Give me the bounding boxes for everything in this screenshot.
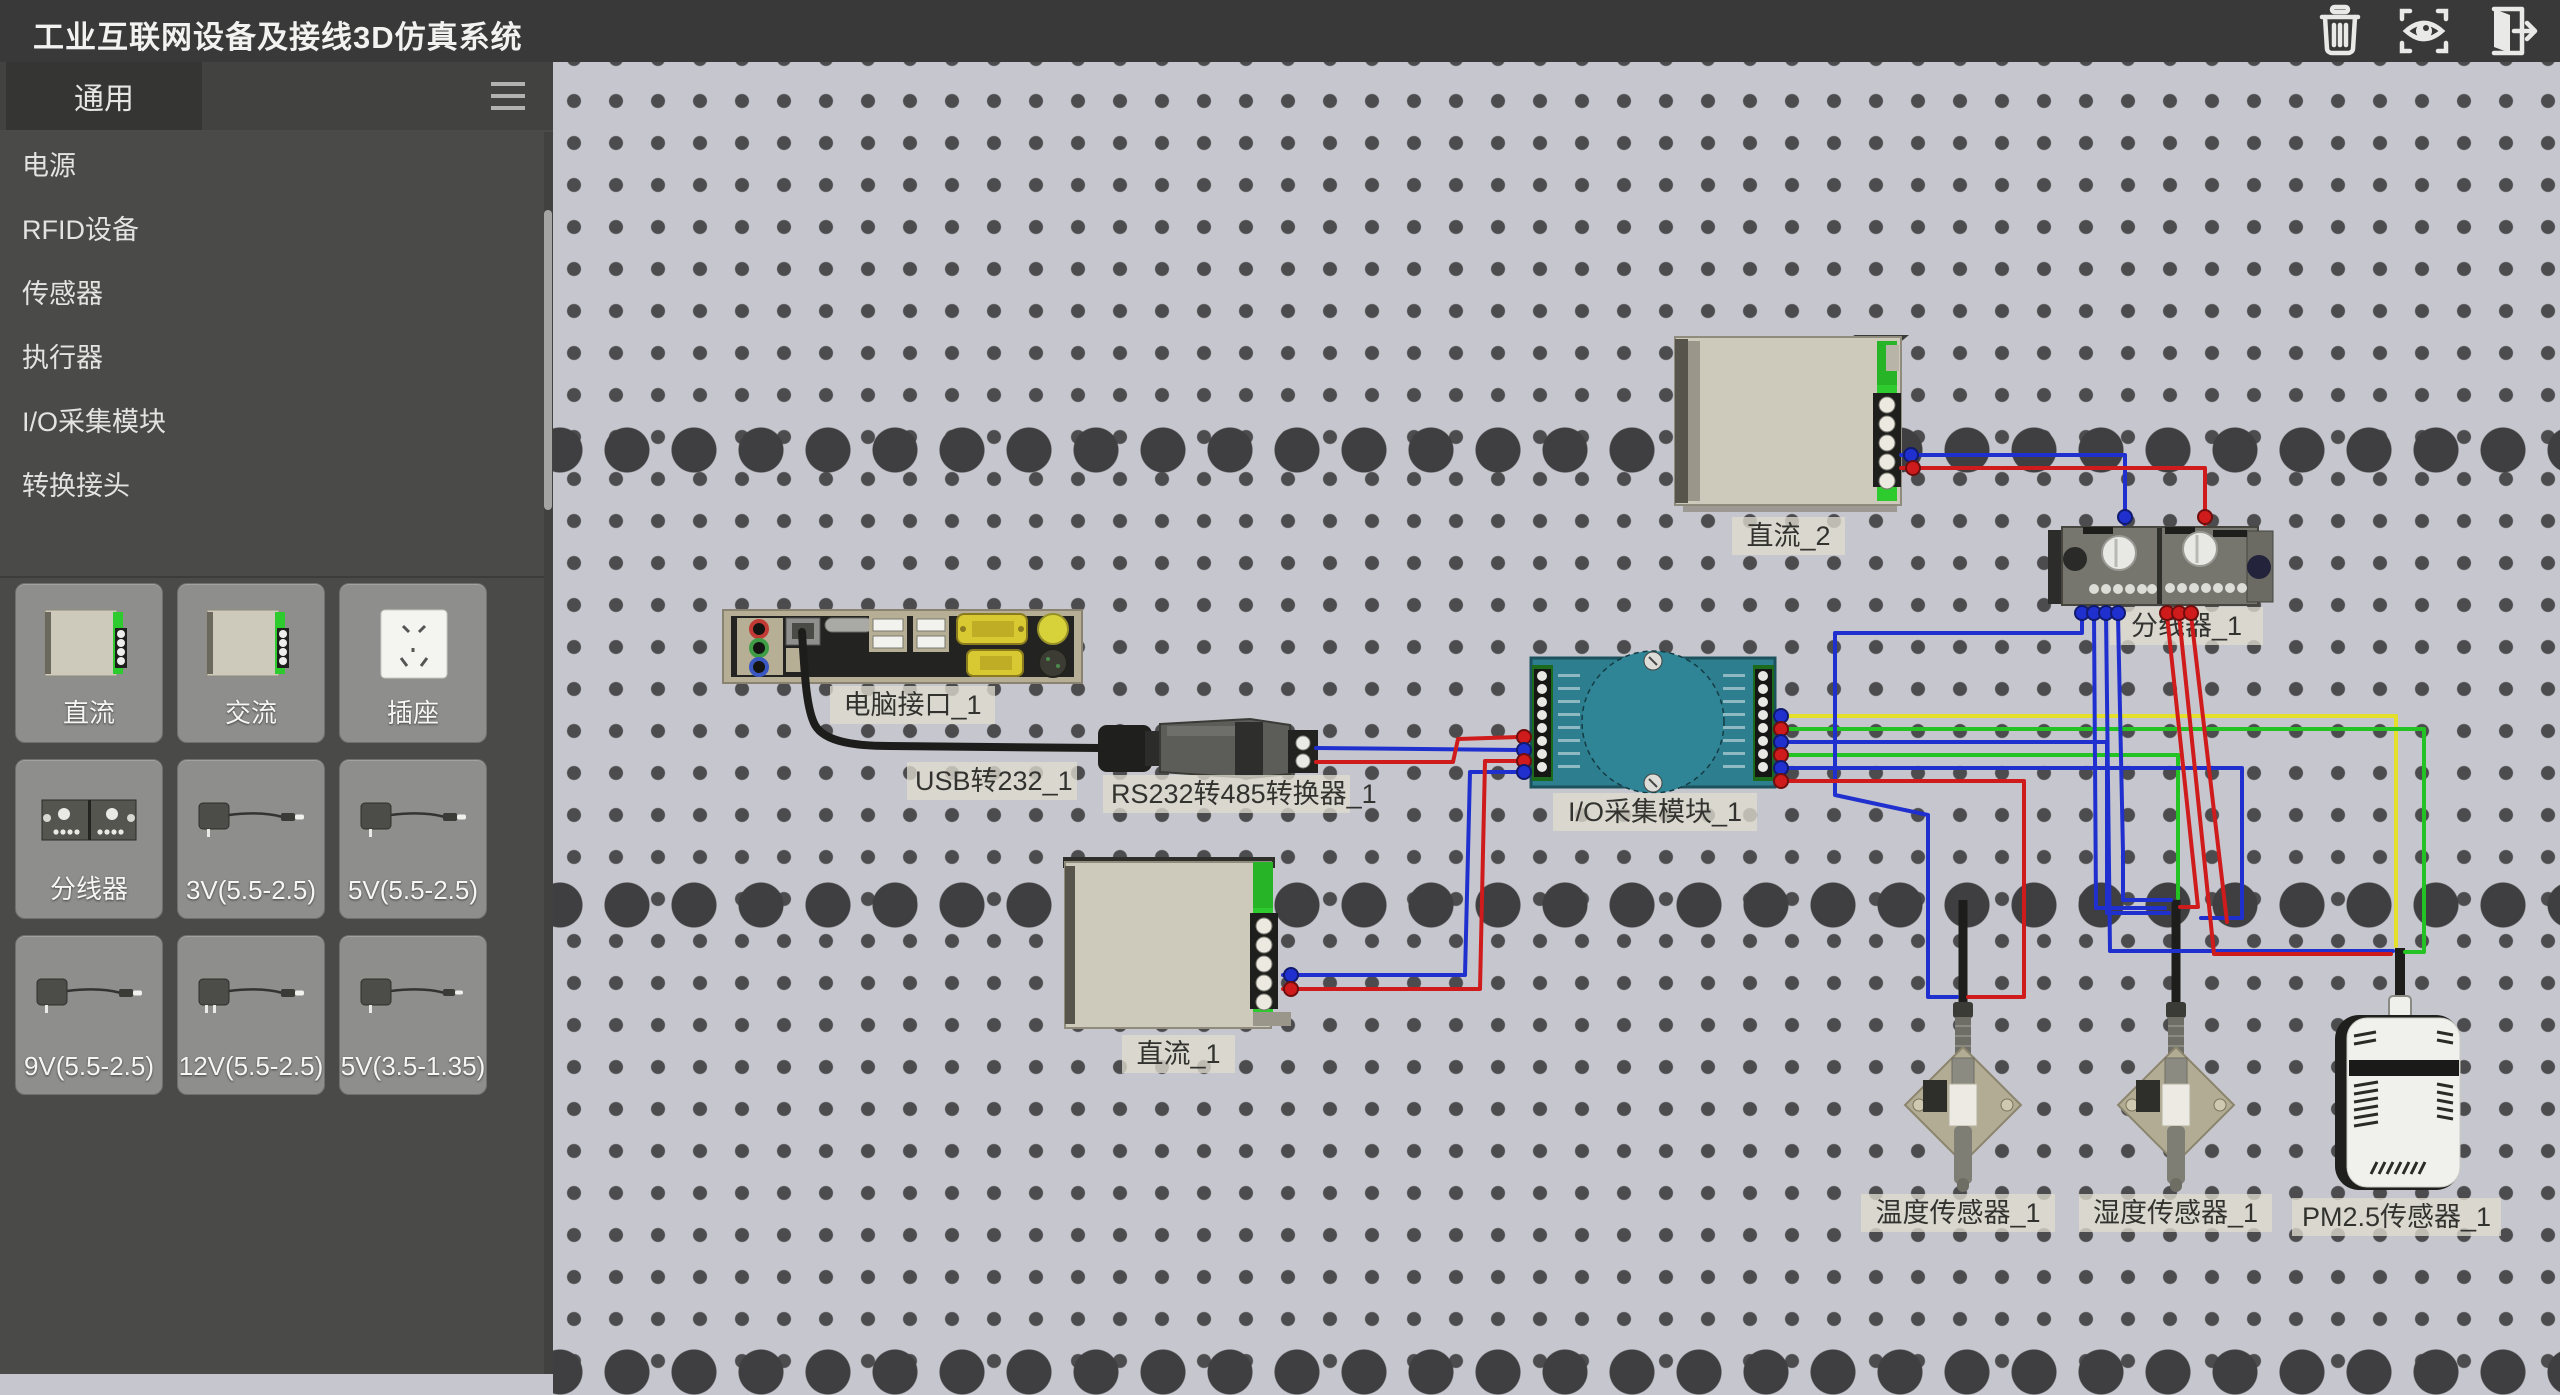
divider [0, 576, 545, 578]
card-adapter-5v-small[interactable]: 5V(3.5-1.35) [339, 935, 487, 1095]
device-label: 温度传感器_1 [1861, 1194, 2055, 1232]
exit-icon[interactable] [2480, 3, 2538, 59]
dc-supply-2-device[interactable] [1675, 335, 1909, 512]
pc-interface-device[interactable] [723, 610, 1082, 683]
card-adapter-5v[interactable]: 5V(5.5-2.5) [339, 759, 487, 919]
card-label: 插座 [340, 693, 486, 730]
device-label: I/O采集模块_1 [1553, 793, 1757, 831]
adapter-thumb-icon [16, 950, 162, 1042]
device-label: USB转232_1 [907, 762, 1077, 800]
io-acquisition-module-device[interactable] [1531, 651, 1775, 793]
card-socket[interactable]: 插座 [339, 583, 487, 743]
trash-icon[interactable] [2312, 3, 2368, 59]
humidity-sensor-device[interactable] [2118, 900, 2234, 1192]
device-label: RS232转485转换器_1 [1103, 775, 1350, 813]
category-item-io[interactable]: I/O采集模块 [0, 390, 540, 454]
card-splitter[interactable]: 分线器 [15, 759, 163, 919]
adapter-thumb-icon [178, 950, 324, 1042]
title-bar: 工业互联网设备及接线3D仿真系统 [0, 0, 2560, 62]
card-label: 5V(3.5-1.35) [340, 1051, 486, 1082]
ac-power-thumb-icon [178, 598, 324, 690]
wire-splitter-device[interactable] [2048, 527, 2273, 605]
device-library-panel: 通用 电源 RFID设备 传感器 执行器 I/O采集模块 转换接头 直流 [0, 62, 553, 1374]
card-dc-power[interactable]: 直流 [15, 583, 163, 743]
category-item-actuator[interactable]: 执行器 [0, 326, 540, 390]
tab-general[interactable]: 通用 [6, 62, 202, 130]
toolbar-icons [2312, 3, 2538, 59]
card-adapter-3v[interactable]: 3V(5.5-2.5) [177, 759, 325, 919]
card-adapter-12v[interactable]: 12V(5.5-2.5) [177, 935, 325, 1095]
adapter-thumb-icon [178, 774, 324, 866]
category-item-adapter[interactable]: 转换接头 [0, 454, 540, 518]
device-label: 直流_1 [1122, 1035, 1235, 1073]
card-label: 12V(5.5-2.5) [178, 1051, 324, 1082]
device-label: 直流_2 [1732, 517, 1845, 555]
dc-power-thumb-icon [16, 598, 162, 690]
card-label: 5V(5.5-2.5) [340, 875, 486, 906]
category-item-sensor[interactable]: 传感器 [0, 262, 540, 326]
device-label: PM2.5传感器_1 [2292, 1198, 2501, 1236]
card-adapter-9v[interactable]: 9V(5.5-2.5) [15, 935, 163, 1095]
card-label: 分线器 [16, 869, 162, 906]
app-title: 工业互联网设备及接线3D仿真系统 [33, 12, 523, 57]
workspace-pegboard[interactable]: 电脑接口_1 USB转232_1 RS232转485转换器_1 I/O采集模块_… [553, 62, 2560, 1374]
sidebar-scrollbar-thumb[interactable] [544, 210, 552, 510]
dc-supply-1-device[interactable] [1063, 857, 1291, 1028]
tab-strip: 通用 [0, 62, 553, 130]
card-label: 9V(5.5-2.5) [16, 1051, 162, 1082]
adapter-thumb-icon [340, 774, 486, 866]
category-item-power[interactable]: 电源 [0, 134, 540, 198]
device-card-grid: 直流 交流 [15, 583, 487, 1095]
category-item-rfid[interactable]: RFID设备 [0, 198, 540, 262]
sidebar-scrollbar-track[interactable] [544, 132, 553, 1374]
card-label: 直流 [16, 693, 162, 730]
device-label: 湿度传感器_1 [2079, 1194, 2272, 1232]
card-label: 交流 [178, 693, 324, 730]
adapter-thumb-icon [340, 950, 486, 1042]
socket-thumb-icon [340, 598, 486, 690]
view-eye-icon[interactable] [2396, 3, 2452, 59]
card-ac-power[interactable]: 交流 [177, 583, 325, 743]
temperature-sensor-device[interactable] [1905, 900, 2021, 1192]
card-label: 3V(5.5-2.5) [178, 875, 324, 906]
category-list: 电源 RFID设备 传感器 执行器 I/O采集模块 转换接头 [0, 134, 540, 518]
rs232-to-485-converter-device[interactable] [1098, 719, 1318, 778]
splitter-thumb-icon [16, 774, 162, 866]
device-label: 电脑接口_1 [830, 686, 995, 724]
hamburger-icon[interactable] [491, 82, 525, 112]
pm25-sensor-device[interactable] [2335, 948, 2460, 1190]
